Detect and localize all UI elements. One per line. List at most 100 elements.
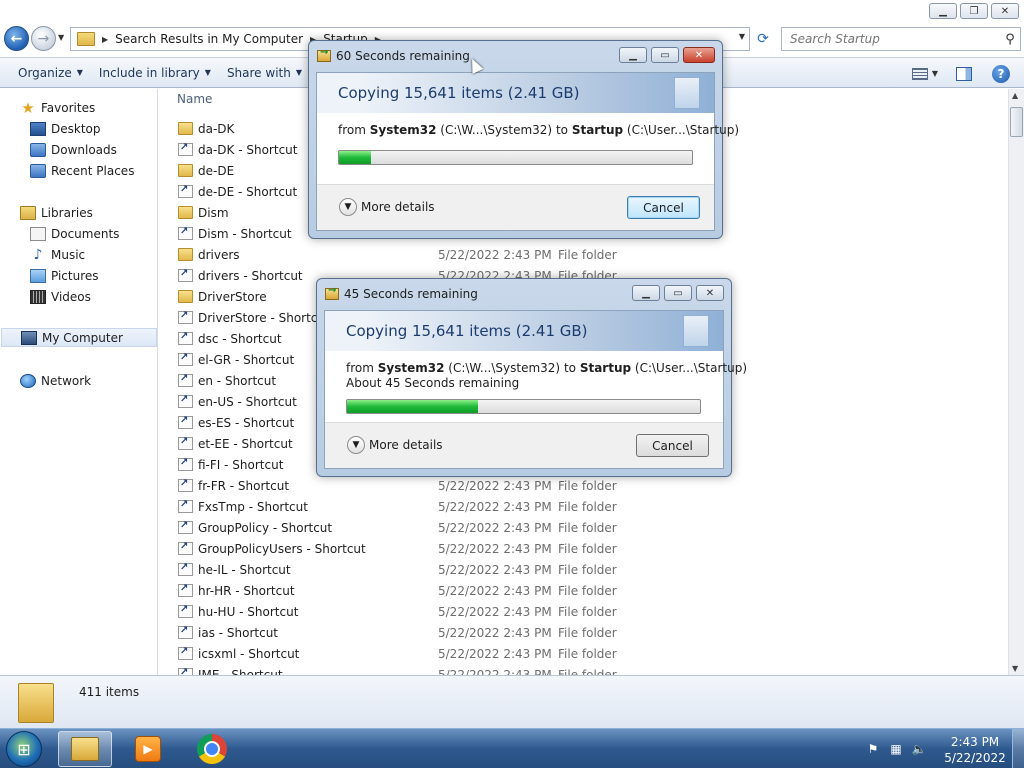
- list-item[interactable]: FxsTmp - Shortcut 5/22/2022 2:43 PM File f…: [159, 497, 1008, 518]
- volume-icon[interactable]: 🔈: [911, 741, 927, 757]
- chevron-down-icon: ▼: [204, 68, 211, 77]
- sidebar-item-libraries[interactable]: Libraries: [20, 203, 93, 222]
- preview-pane-icon[interactable]: [956, 66, 972, 81]
- list-item[interactable]: drivers 5/22/2022 2:43 PM File folder: [159, 245, 1008, 266]
- destination-link[interactable]: Startup: [580, 361, 631, 375]
- organize-button[interactable]: Organize ▼: [10, 66, 91, 80]
- taskbar-media-player[interactable]: ▶: [121, 731, 175, 767]
- media-player-icon: ▶: [135, 736, 161, 762]
- sidebar-item-desktop[interactable]: Desktop: [30, 119, 101, 138]
- to-label: to: [563, 361, 576, 375]
- dialog-close-button[interactable]: ✕: [683, 47, 715, 63]
- include-in-library-button[interactable]: Include in library ▼: [91, 66, 219, 80]
- view-options-dropdown-icon[interactable]: ▼: [932, 69, 938, 78]
- sidebar-item-pictures[interactable]: Pictures: [30, 266, 99, 285]
- cancel-button[interactable]: Cancel: [627, 196, 700, 219]
- file-name: Dism: [198, 206, 229, 220]
- dialog-header: Copying 15,641 items (2.41 GB): [317, 73, 714, 113]
- chevron-down-icon: ▼: [295, 68, 302, 77]
- column-header-name[interactable]: Name: [177, 92, 212, 106]
- dialog-restore-button[interactable]: ▭: [651, 47, 679, 63]
- dialog-minimize-button[interactable]: ▁: [619, 47, 647, 63]
- file-name: DriverStore - Shortcut: [198, 311, 330, 325]
- sidebar-item-downloads[interactable]: Downloads: [30, 140, 117, 159]
- file-name: hr-HR - Shortcut: [198, 584, 295, 598]
- folder-icon: [18, 683, 54, 723]
- file-type: File folder: [558, 668, 617, 675]
- show-desktop-button[interactable]: [1012, 729, 1024, 768]
- dialog-restore-button[interactable]: ▭: [664, 285, 692, 301]
- sidebar-item-label: My Computer: [42, 330, 123, 345]
- restore-button[interactable]: ❐: [960, 3, 988, 19]
- downloads-icon: [30, 142, 46, 157]
- dialog-close-button[interactable]: ✕: [696, 285, 724, 301]
- vertical-scrollbar[interactable]: ▲ ▼: [1008, 89, 1024, 675]
- list-item[interactable]: fr-FR - Shortcut 5/22/2022 2:43 PM File fo…: [159, 476, 1008, 497]
- scroll-up-icon[interactable]: ▲: [1012, 91, 1018, 100]
- more-details-label: More details: [369, 438, 443, 452]
- start-button[interactable]: ⊞: [6, 731, 42, 767]
- list-item[interactable]: hr-HR - Shortcut 5/22/2022 2:43 PM File fo…: [159, 581, 1008, 602]
- sidebar-item-videos[interactable]: Videos: [30, 287, 91, 306]
- file-name: hu-HU - Shortcut: [198, 605, 299, 619]
- shortcut-icon: [178, 394, 193, 408]
- dialog-minimize-button[interactable]: ▁: [632, 285, 660, 301]
- more-details-button[interactable]: ▼ More details: [347, 436, 443, 454]
- sidebar-item-network[interactable]: Network: [20, 371, 91, 390]
- share-with-button[interactable]: Share with ▼: [219, 66, 310, 80]
- address-dropdown-icon[interactable]: ▼: [739, 32, 745, 41]
- list-item[interactable]: GroupPolicyUsers - Shortcut 5/22/2022 2:4…: [159, 539, 1008, 560]
- list-item[interactable]: he-IL - Shortcut 5/22/2022 2:43 PM File fo…: [159, 560, 1008, 581]
- list-item[interactable]: GroupPolicy - Shortcut 5/22/2022 2:43 PM F…: [159, 518, 1008, 539]
- source-link[interactable]: System32: [378, 361, 445, 375]
- scroll-down-icon[interactable]: ▼: [1012, 664, 1018, 673]
- change-view-icon[interactable]: [911, 67, 928, 80]
- close-button[interactable]: ✕: [991, 3, 1019, 19]
- folder-icon: [178, 122, 193, 135]
- taskbar: ⊞ ▶ ⚑ ▦ 🔈 2:43 PM 5/22/2022: [0, 728, 1024, 768]
- file-name: el-GR - Shortcut: [198, 353, 295, 367]
- minimize-icon: ▁: [939, 5, 947, 17]
- copy-icon: [317, 47, 331, 62]
- breadcrumb-search-results[interactable]: Search Results in My Computer: [115, 32, 303, 46]
- help-icon[interactable]: ?: [992, 64, 1010, 83]
- list-item[interactable]: ias - Shortcut 5/22/2022 2:43 PM File fold…: [159, 623, 1008, 644]
- refresh-button[interactable]: ⟳: [753, 29, 773, 49]
- search-icon[interactable]: ⚲: [1000, 32, 1020, 47]
- action-center-icon[interactable]: ⚑: [865, 741, 881, 757]
- file-date: 5/22/2022 2:43 PM: [438, 479, 552, 493]
- file-name: fi-FI - Shortcut: [198, 458, 284, 472]
- sidebar-item-favorites[interactable]: ★ Favorites: [20, 98, 95, 117]
- minimize-icon: ▁: [629, 49, 637, 61]
- search-box[interactable]: ⚲: [781, 27, 1021, 51]
- chevron-down-icon: ▼: [339, 198, 357, 216]
- cancel-button[interactable]: Cancel: [636, 434, 709, 457]
- source-link[interactable]: System32: [370, 123, 437, 137]
- minimize-button[interactable]: ▁: [929, 3, 957, 19]
- list-item[interactable]: hu-HU - Shortcut 5/22/2022 2:43 PM File fo…: [159, 602, 1008, 623]
- more-details-button[interactable]: ▼ More details: [339, 198, 435, 216]
- network-tray-icon[interactable]: ▦: [888, 741, 904, 757]
- taskbar-explorer[interactable]: [58, 731, 112, 767]
- sidebar-item-label: Music: [51, 247, 86, 262]
- sidebar-item-label: Libraries: [41, 205, 93, 220]
- scrollbar-thumb[interactable]: [1010, 107, 1023, 137]
- list-item[interactable]: icsxml - Shortcut 5/22/2022 2:43 PM File f…: [159, 644, 1008, 665]
- back-button[interactable]: ←: [4, 26, 29, 51]
- sidebar-item-documents[interactable]: Documents: [30, 224, 119, 243]
- breadcrumb-chevron-icon[interactable]: ▶: [102, 35, 108, 44]
- clock[interactable]: 2:43 PM 5/22/2022: [940, 734, 1010, 766]
- sidebar-item-music[interactable]: ♪ Music: [30, 245, 86, 264]
- list-item[interactable]: IME - Shortcut 5/22/2022 2:43 PM File fold…: [159, 665, 1008, 675]
- more-details-label: More details: [361, 200, 435, 214]
- recent-pages-dropdown-icon[interactable]: ▼: [58, 33, 64, 42]
- file-name: IME - Shortcut: [198, 668, 283, 675]
- forward-button[interactable]: →: [31, 26, 56, 51]
- refresh-icon: ⟳: [757, 31, 769, 47]
- sidebar-item-my-computer[interactable]: My Computer: [1, 328, 157, 347]
- dialog-title-text: 60 Seconds remaining: [336, 49, 470, 63]
- destination-link[interactable]: Startup: [572, 123, 623, 137]
- search-input[interactable]: [782, 32, 1000, 46]
- taskbar-chrome[interactable]: [185, 731, 239, 767]
- sidebar-item-recent-places[interactable]: Recent Places: [30, 161, 134, 180]
